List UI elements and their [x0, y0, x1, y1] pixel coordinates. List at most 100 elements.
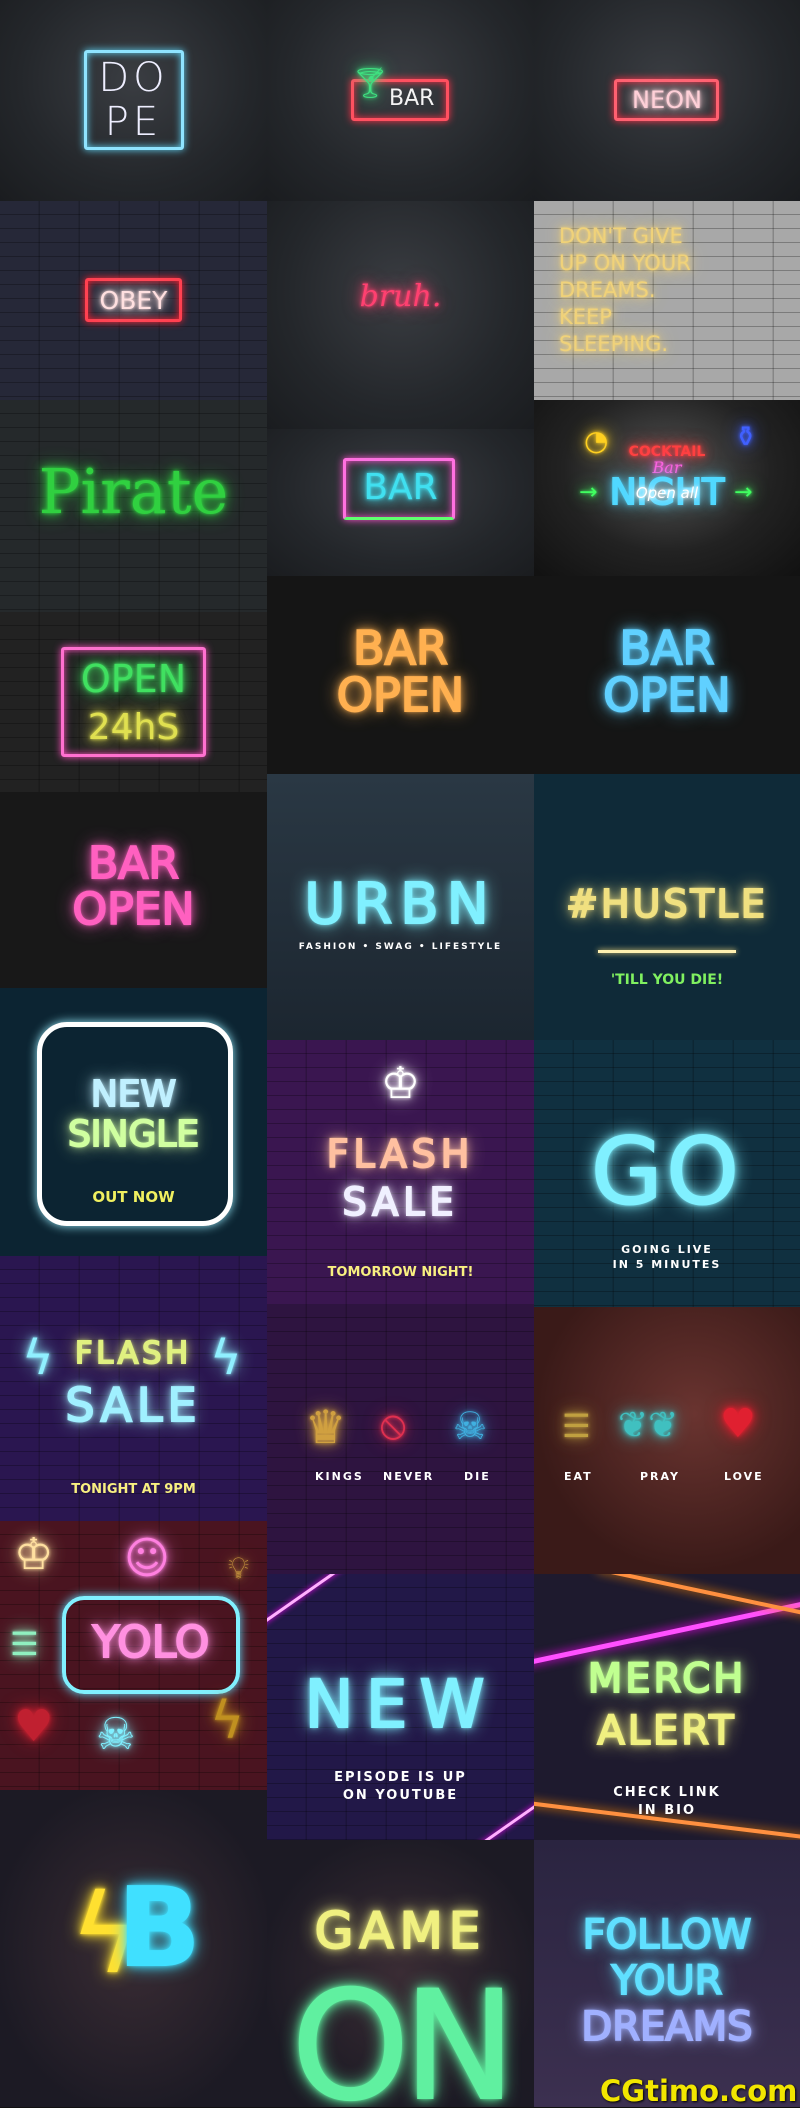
tile-lightning-b: ϟ B: [0, 1790, 267, 2107]
tile-bar-open-orange: BAR OPEN: [267, 576, 534, 774]
eat-label: EAT: [564, 1470, 593, 1483]
crown-icon: ♔: [14, 1529, 54, 1580]
divider: [598, 950, 736, 953]
tile-bar-box: BAR: [267, 429, 534, 576]
alert-text: ALERT: [596, 1707, 737, 1755]
die-label: DIE: [464, 1470, 491, 1483]
wings-icon: ❦❦: [618, 1405, 679, 1446]
yolo-text: YOLO: [92, 1616, 211, 1669]
on-text: ON: [290, 1959, 516, 2107]
crown-icon: ♛: [305, 1400, 347, 1454]
your-text: YOUR: [611, 1957, 724, 2005]
bruh-text: bruh.: [359, 279, 442, 314]
prohibited-icon: ⦸: [380, 1402, 407, 1448]
tile-yolo: ♔ ☺ 💡︎ YOLO ☰ ♥ ☠ ϟ: [0, 1521, 267, 1790]
watermark-logo: CGtimo.com: [600, 2074, 798, 2108]
tile-open-24: OPEN 24hS: [0, 612, 267, 792]
never-label: NEVER: [383, 1470, 435, 1483]
bar-text: BAR: [352, 620, 449, 676]
bar-text: BAR: [619, 620, 716, 676]
episode-caption: EPISODE IS UP: [334, 1770, 467, 1785]
hustle-caption: 'TILL YOU DIE!: [610, 972, 724, 988]
tile-neon: NEON: [534, 0, 800, 201]
obey-text: OBEY: [99, 286, 168, 315]
urbn-title: URBN: [303, 871, 497, 938]
tile-bar-open-blue: BAR OPEN: [534, 576, 800, 774]
tonight-caption: TONIGHT AT 9PM: [71, 1482, 196, 1497]
bar-text: BAR: [363, 467, 438, 508]
urbn-caption: FASHION • SWAG • LIFESTYLE: [298, 942, 503, 952]
dope-line1: DO: [98, 55, 169, 101]
pirate-text: Pirate: [38, 455, 229, 528]
tile-merch-alert: MERCH ALERT CHECK LINK IN BIO: [534, 1574, 800, 1840]
quote-line: DREAMS.: [559, 278, 656, 302]
tile-bar-open-pink: BAR OPEN: [0, 792, 267, 988]
tile-follow-dreams: FOLLOW YOUR DREAMS: [534, 1840, 800, 2107]
tile-new-single: NEW SINGLE OUT NOW: [0, 988, 267, 1256]
lightning-icon: ϟ: [210, 1691, 245, 1751]
tile-flash-crown: ♔ FLASH SALE TOMORROW NIGHT!: [267, 1040, 534, 1304]
check-link-caption: CHECK LINK: [613, 1785, 721, 1800]
tile-flash-tonight: ϟ ϟ FLASH SALE TONIGHT AT 9PM: [0, 1256, 267, 1521]
arrow-icon: →: [734, 480, 753, 505]
skull-icon: ☠: [96, 1709, 136, 1760]
smiley-icon: ☺: [124, 1533, 170, 1584]
burger-icon: ☰: [10, 1625, 39, 1663]
flash-text: FLASH: [74, 1335, 192, 1372]
tile-cocktail-bar: 🍸︎ BAR: [267, 0, 534, 201]
lemon-icon: ◔: [584, 424, 609, 457]
bar-text: BAR: [389, 86, 435, 111]
tile-dope: DO PE: [0, 0, 267, 201]
kings-label: KINGS: [315, 1470, 364, 1483]
quote-line: DON'T GIVE: [559, 224, 683, 248]
tile-eat-pray-love: ☰ ❦❦ ♥ EAT PRAY LOVE: [534, 1307, 800, 1574]
neon-stripe: [596, 1574, 800, 1625]
open-text: OPEN: [72, 883, 196, 936]
burger-icon: ☰: [562, 1407, 591, 1445]
shaker-icon: ⚱: [734, 420, 758, 453]
b-letter-icon: B: [117, 1865, 201, 1992]
sale-text: SALE: [64, 1377, 202, 1433]
tile-game-on: GAME ON: [267, 1840, 534, 2107]
game-text: GAME: [314, 1901, 487, 1961]
tile-new-episode: NEW EPISODE IS UP ON YOUTUBE: [267, 1574, 534, 1840]
new-title: NEW: [303, 1665, 497, 1744]
arrow-icon: →: [579, 480, 598, 505]
go-title: GO: [590, 1117, 743, 1226]
crown-icon: ♔: [380, 1058, 421, 1109]
quote-line: UP ON YOUR: [559, 251, 691, 275]
tomorrow-caption: TOMORROW NIGHT!: [327, 1265, 474, 1280]
24hs-text: 24hS: [87, 707, 180, 748]
quote-line: SLEEPING.: [559, 332, 669, 356]
open-text: OPEN: [80, 657, 187, 701]
new-text: NEW: [90, 1073, 177, 1116]
pray-label: PRAY: [640, 1470, 680, 1483]
in-bio-caption: IN BIO: [637, 1803, 697, 1818]
flash-text: FLASH: [326, 1131, 475, 1177]
lightbulb-icon: 💡︎: [228, 1551, 249, 1586]
quote-line: KEEP: [559, 305, 612, 329]
merch-text: MERCH: [587, 1655, 747, 1703]
martini-glass-icon: 🍸︎: [351, 66, 390, 101]
bar-text: BAR: [87, 837, 180, 890]
dope-text: DO PE: [0, 56, 267, 144]
open-all-text: Open all: [635, 484, 699, 502]
out-now-caption: OUT NOW: [92, 1188, 175, 1206]
skull-icon: ☠: [453, 1404, 488, 1448]
tile-hustle: #HUSTLE 'TILL YOU DIE!: [534, 774, 800, 1040]
tile-cocktail-night: COCKTAIL Bar NIGHT Open all → → ◔ ⚱: [534, 400, 800, 576]
heart-icon: ♥: [14, 1701, 54, 1752]
tile-pirate: Pirate: [0, 400, 267, 612]
tile-bruh: bruh.: [267, 201, 534, 429]
love-label: LOVE: [724, 1470, 764, 1483]
dope-line2: PE: [104, 99, 163, 145]
tile-urbn: URBN FASHION • SWAG • LIFESTYLE: [267, 774, 534, 1040]
open-text: OPEN: [602, 667, 731, 723]
tile-obey: OBEY: [0, 201, 267, 400]
open-text: OPEN: [336, 667, 465, 723]
tile-go: GO GOING LIVE IN 5 MINUTES: [534, 1040, 800, 1307]
neon-text: NEON: [632, 86, 702, 114]
follow-text: FOLLOW: [582, 1911, 753, 1959]
youtube-caption: ON YOUTUBE: [342, 1788, 459, 1803]
heart-icon: ♥: [720, 1401, 756, 1447]
